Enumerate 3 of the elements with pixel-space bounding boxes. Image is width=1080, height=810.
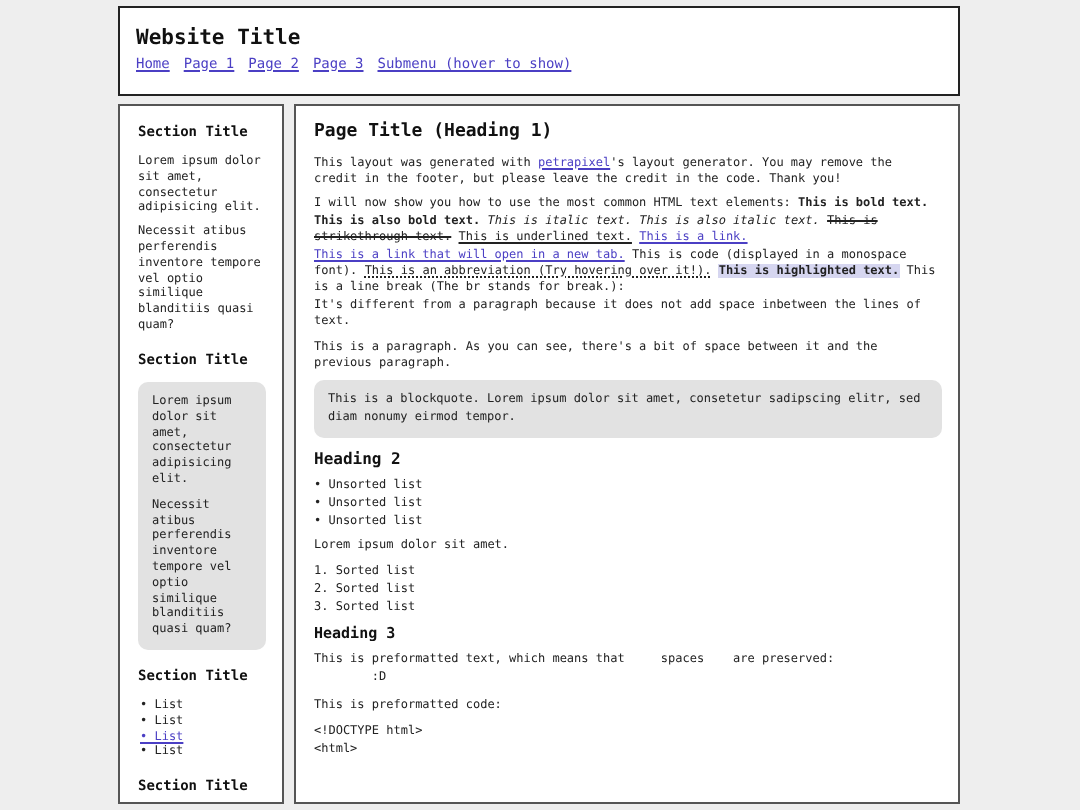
- page-title: Page Title (Heading 1): [314, 122, 555, 146]
- site-title: Website Title: [136, 26, 303, 54]
- heading: Heading 2: [314, 450, 403, 472]
